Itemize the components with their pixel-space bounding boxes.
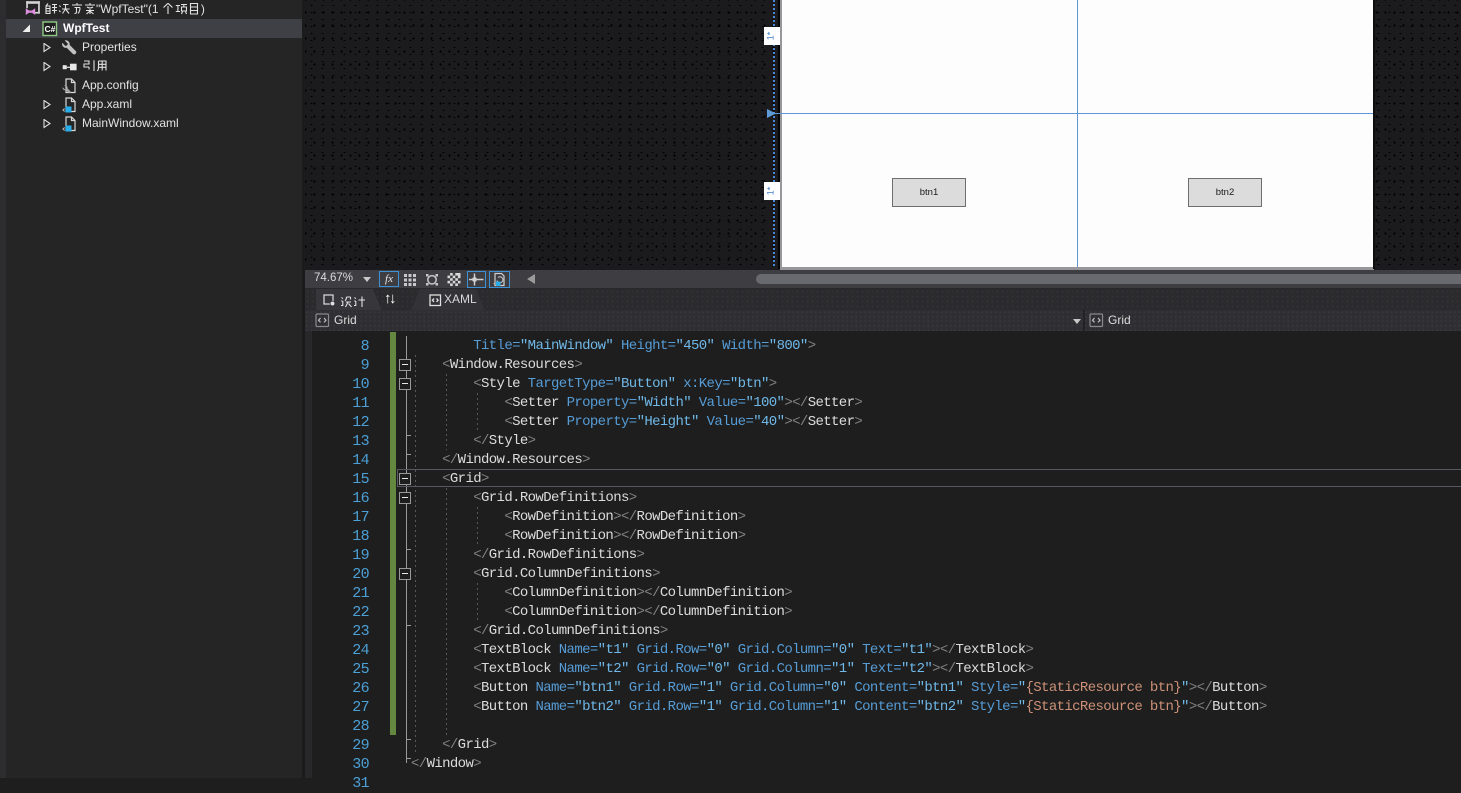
svg-text:C#: C# xyxy=(44,24,55,34)
